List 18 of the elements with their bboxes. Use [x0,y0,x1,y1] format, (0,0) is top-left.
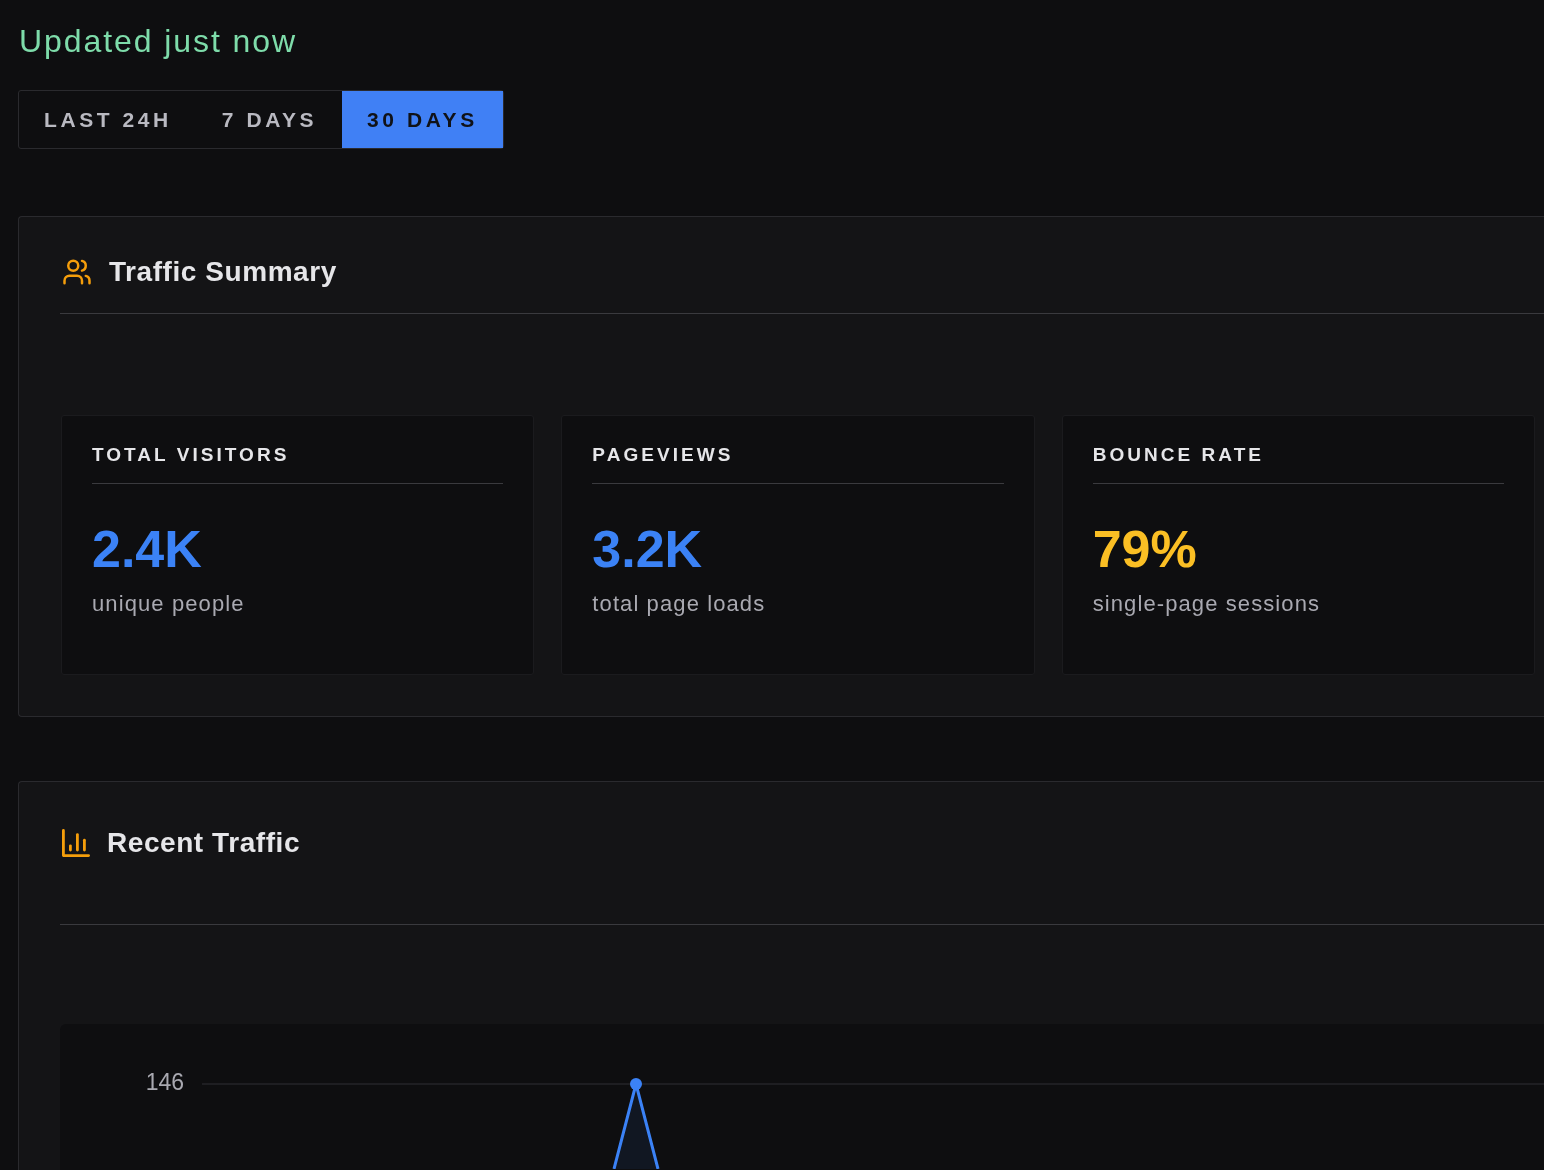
range-tab[interactable]: 7 DAYS [196,91,343,148]
stat-value: 3.2K [592,519,703,579]
bar-chart-icon [62,829,90,857]
users-icon [62,257,92,287]
stat-label: BOUNCE RATE [1092,443,1266,467]
stat-label: PAGEVIEWS [592,443,735,467]
range-tab[interactable]: LAST 24H [19,91,197,148]
stat-caption: single-page sessions [1092,590,1321,618]
range-tab[interactable]: 30 DAYS [342,91,503,148]
stat-value: 79% [1092,519,1197,579]
y-axis-label: 146 [145,1069,184,1096]
update-status: Updated just now [18,22,297,61]
stat-label: TOTAL VISITORS [92,443,291,467]
stat-caption: unique people [92,590,245,618]
stat-caption: total page loads [592,590,766,618]
panel-title: Traffic Summary [109,255,337,289]
panel-title: Recent Traffic [107,826,300,860]
stat-value: 2.4K [92,519,202,579]
